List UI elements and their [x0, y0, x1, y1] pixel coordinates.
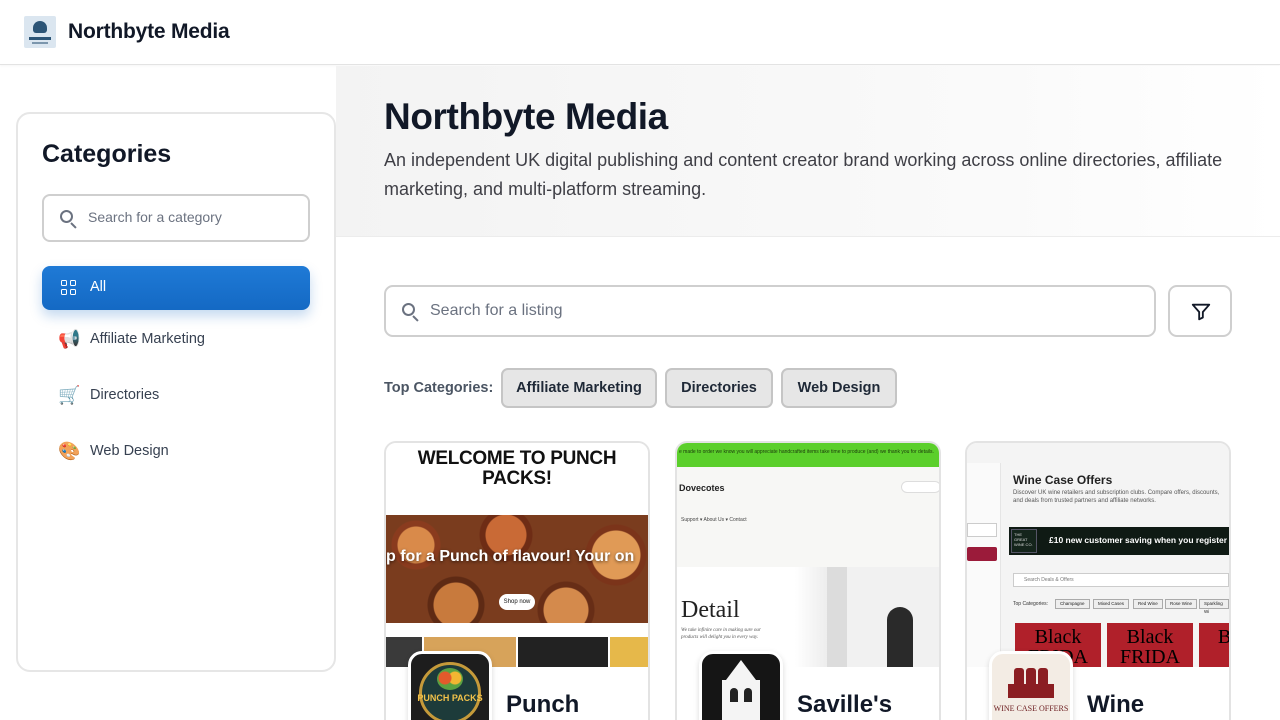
listing-avatar: WINE CASE OFFERS [989, 651, 1073, 720]
thumbnail-heading: Wine Case Offers [1013, 473, 1113, 487]
thumbnail-heading: Detail [681, 597, 740, 623]
thumbnail-heading: WELCOME TO PUNCH PACKS! [417, 448, 617, 489]
listing-card-wine[interactable]: Wine Case Offers Discover UK wine retail… [965, 441, 1231, 720]
listing-thumbnail: Wine Case Offers Discover UK wine retail… [967, 443, 1229, 667]
listing-name[interactable]: Saville's [797, 691, 892, 719]
top-categories-label: Top Categories: [384, 380, 494, 396]
search-icon [402, 303, 420, 322]
thumbnail-logo: Dovecotes [679, 483, 725, 493]
listing-thumbnail: WELCOME TO PUNCH PACKS! p for a Punch of… [386, 443, 648, 667]
thumbnail-chip: Champagne [1055, 599, 1090, 609]
banner-logo: THE GREAT WINE CO. [1011, 529, 1037, 553]
page-title: Northbyte Media [384, 96, 668, 137]
sidebar-item-web-design[interactable]: 🎨 Web Design [42, 430, 310, 474]
thumbnail-caption: We take infinite care in making sure our… [681, 628, 761, 640]
listing-name[interactable]: Punch [506, 691, 579, 719]
brand-name[interactable]: Northbyte Media [68, 20, 230, 44]
top-navigation-bar: Northbyte Media [0, 0, 1280, 65]
sidebar-item-label: All [90, 279, 107, 295]
grid-icon [61, 280, 77, 296]
dovecote-icon [726, 660, 756, 680]
sidebar-item-label: Affiliate Marketing [90, 331, 205, 347]
search-icon [60, 210, 78, 229]
promo-tile: Black FRIDA [1107, 623, 1193, 667]
category-search-placeholder: Search for a category [88, 209, 222, 225]
sidebar-item-directories[interactable]: 🛒 Directories [42, 374, 310, 418]
thumbnail-search [901, 481, 939, 493]
listing-avatar [699, 651, 783, 720]
listing-search-input[interactable]: Search for a listing [384, 285, 1156, 337]
page-hero: Northbyte Media An independent UK digita… [336, 66, 1280, 237]
filter-icon [1191, 303, 1211, 321]
listing-avatar: PUNCH PACKS [408, 651, 492, 720]
brand-logo[interactable] [24, 16, 56, 48]
category-search-input[interactable]: Search for a category [42, 194, 310, 242]
page-description: An independent UK digital publishing and… [384, 150, 1223, 199]
announcement-bar: e made to order we know you will appreci… [677, 443, 939, 467]
listing-name[interactable]: Wine [1087, 691, 1144, 719]
thumbnail-nav: Support ▾ About Us ▾ Contact [681, 517, 747, 523]
fruit-icon [437, 668, 463, 690]
chip-affiliate-marketing[interactable]: Affiliate Marketing [501, 368, 657, 408]
banner-text: £10 new customer saving when you registe… [1049, 535, 1228, 545]
chip-directories[interactable]: Directories [665, 368, 773, 408]
listing-search-placeholder: Search for a listing [430, 302, 563, 319]
sidebar-item-affiliate-marketing[interactable]: 📢 Affiliate Marketing [42, 318, 310, 362]
thumbnail-top-categories-label: Top Categories: [1013, 601, 1049, 607]
sidebar-title: Categories [42, 140, 172, 168]
promo-tile: Bl FR [1199, 623, 1229, 667]
thumbnail-shop-button: Shop now [499, 594, 535, 610]
megaphone-icon: 📢 [58, 329, 81, 350]
thumbnail-chip: Sparkling Wi [1199, 599, 1229, 614]
listing-card-punch[interactable]: WELCOME TO PUNCH PACKS! p for a Punch of… [384, 441, 650, 720]
sidebar-item-label: Directories [90, 387, 160, 403]
thumbnail-chip: Red Wine [1133, 599, 1163, 609]
sidebar-item-label: Web Design [90, 443, 169, 459]
sidebar-item-all[interactable]: All [42, 266, 310, 310]
thumbnail-chip: Rose Wine [1165, 599, 1198, 609]
listing-thumbnail: e made to order we know you will appreci… [677, 443, 939, 667]
thumbnail-banner: THE GREAT WINE CO. £10 new customer savi… [1009, 527, 1229, 555]
listing-card-savilles[interactable]: e made to order we know you will appreci… [675, 441, 941, 720]
dovecote-photo [827, 567, 939, 667]
avatar-text: PUNCH PACKS [417, 693, 483, 703]
shopping-cart-icon: 🛒 [58, 385, 81, 406]
thumbnail-chip: Mixed Cases [1093, 599, 1130, 609]
thumbnail-search: Search Deals & Offers [1013, 573, 1229, 587]
filter-button[interactable] [1168, 285, 1232, 337]
avatar-text: WINE CASE OFFERS [993, 704, 1069, 713]
palette-icon: 🎨 [58, 441, 81, 462]
thumbnail-banner-text: p for a Punch of flavour! Your on [386, 548, 635, 565]
categories-sidebar: Categories Search for a category All 📢 A… [16, 112, 336, 672]
logo-bird-icon [33, 21, 47, 33]
chip-web-design[interactable]: Web Design [781, 368, 897, 408]
thumbnail-subtitle: Discover UK wine retailers and subscript… [1013, 490, 1220, 504]
